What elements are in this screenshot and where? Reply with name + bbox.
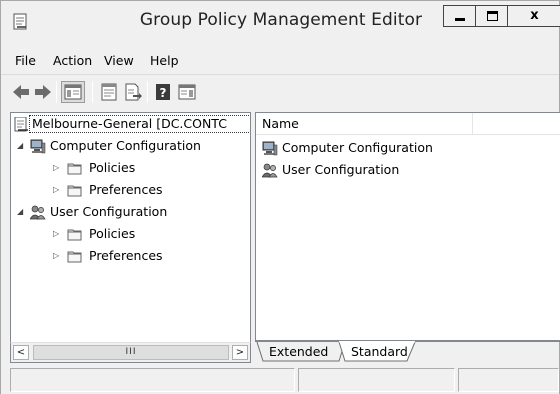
maximize-icon [487,11,498,21]
status-bar [1,366,559,394]
export-list-icon[interactable] [123,82,143,102]
menu-view[interactable]: View [104,53,134,68]
tree-label: Policies [89,226,136,241]
users-icon [30,205,46,220]
menu-help[interactable]: Help [150,53,179,68]
folder-icon [67,251,82,263]
forward-arrow-icon[interactable] [33,82,53,102]
gpo-document-icon [14,117,28,132]
details-pane[interactable]: Name Computer Configuration User Configu… [255,112,560,341]
back-arrow-icon[interactable] [11,82,31,102]
view-tabs: Extended Standard [255,341,560,363]
folder-icon [67,229,82,241]
tree-root-node[interactable]: Melbourne-General [DC.CONTC [11,114,250,134]
folder-icon [67,163,82,175]
list-item-user-configuration[interactable]: User Configuration [256,159,560,181]
tree-label: User Configuration [50,204,168,219]
tree-item-computer-policies[interactable]: ▷ Policies [11,158,250,178]
minimize-button[interactable] [443,5,476,27]
tab-standard[interactable]: Standard [351,344,408,359]
list-header: Name [256,113,560,135]
computer-icon [30,139,46,154]
scroll-left-button[interactable]: < [13,345,29,360]
tree-label: Melbourne-General [DC.CONTC [32,116,227,131]
tree-item-computer-configuration[interactable]: ◢ Computer Configuration [11,136,250,156]
collapsed-arrow-icon[interactable]: ▷ [53,158,63,178]
console-tree[interactable]: Melbourne-General [DC.CONTC ◢ Computer C… [10,112,251,363]
title-bar[interactable]: Group Policy Management Editor x [1,1,560,43]
tree-horizontal-scrollbar[interactable]: < III > [10,342,251,363]
status-panel-middle [298,368,455,392]
tree-label: Preferences [89,248,163,263]
status-panel-right [458,368,559,392]
tree-item-user-configuration[interactable]: ◢ User Configuration [11,202,250,222]
tree-label: Computer Configuration [50,138,201,153]
toolbar-separator [147,81,148,103]
list-item-label: User Configuration [282,162,400,177]
scroll-right-button[interactable]: > [232,345,248,360]
window-title: Group Policy Management Editor [139,10,423,30]
toolbar-separator [92,81,93,103]
minimize-icon [455,18,465,21]
column-header-name[interactable]: Name [256,113,473,135]
expanded-arrow-icon[interactable]: ◢ [17,136,27,156]
toolbar: ? [1,74,559,108]
gpme-window: Group Policy Management Editor x File Ac… [0,0,560,394]
list-item-label: Computer Configuration [282,140,433,155]
toolbar-separator [56,81,57,103]
tab-extended[interactable]: Extended [269,344,328,359]
svg-text:?: ? [160,86,167,100]
users-icon [262,163,278,178]
tree-label: Preferences [89,182,163,197]
menu-file[interactable]: File [15,53,36,68]
help-icon[interactable]: ? [153,82,173,102]
close-button[interactable]: x [507,5,560,27]
show-action-pane-icon[interactable] [177,82,197,102]
menu-bar: File Action View Help [1,50,559,72]
show-hide-console-tree-icon [64,84,82,100]
scroll-thumb[interactable]: III [33,345,229,360]
computer-icon [262,141,278,156]
collapsed-arrow-icon[interactable]: ▷ [53,180,63,200]
collapsed-arrow-icon[interactable]: ▷ [53,224,63,244]
expanded-arrow-icon[interactable]: ◢ [17,202,27,222]
tree-label: Policies [89,160,136,175]
maximize-button[interactable] [475,5,508,27]
collapsed-arrow-icon[interactable]: ▷ [53,246,63,266]
gpo-editor-icon[interactable] [13,13,27,30]
folder-icon [67,185,82,197]
menu-action[interactable]: Action [53,53,92,68]
tree-item-user-preferences[interactable]: ▷ Preferences [11,246,250,266]
properties-icon[interactable] [99,82,119,102]
tree-item-user-policies[interactable]: ▷ Policies [11,224,250,244]
status-panel-main [10,368,295,392]
close-icon: x [530,8,539,23]
list-item-computer-configuration[interactable]: Computer Configuration [256,137,560,159]
show-hide-tree-button[interactable] [61,81,85,103]
tree-item-computer-preferences[interactable]: ▷ Preferences [11,180,250,200]
